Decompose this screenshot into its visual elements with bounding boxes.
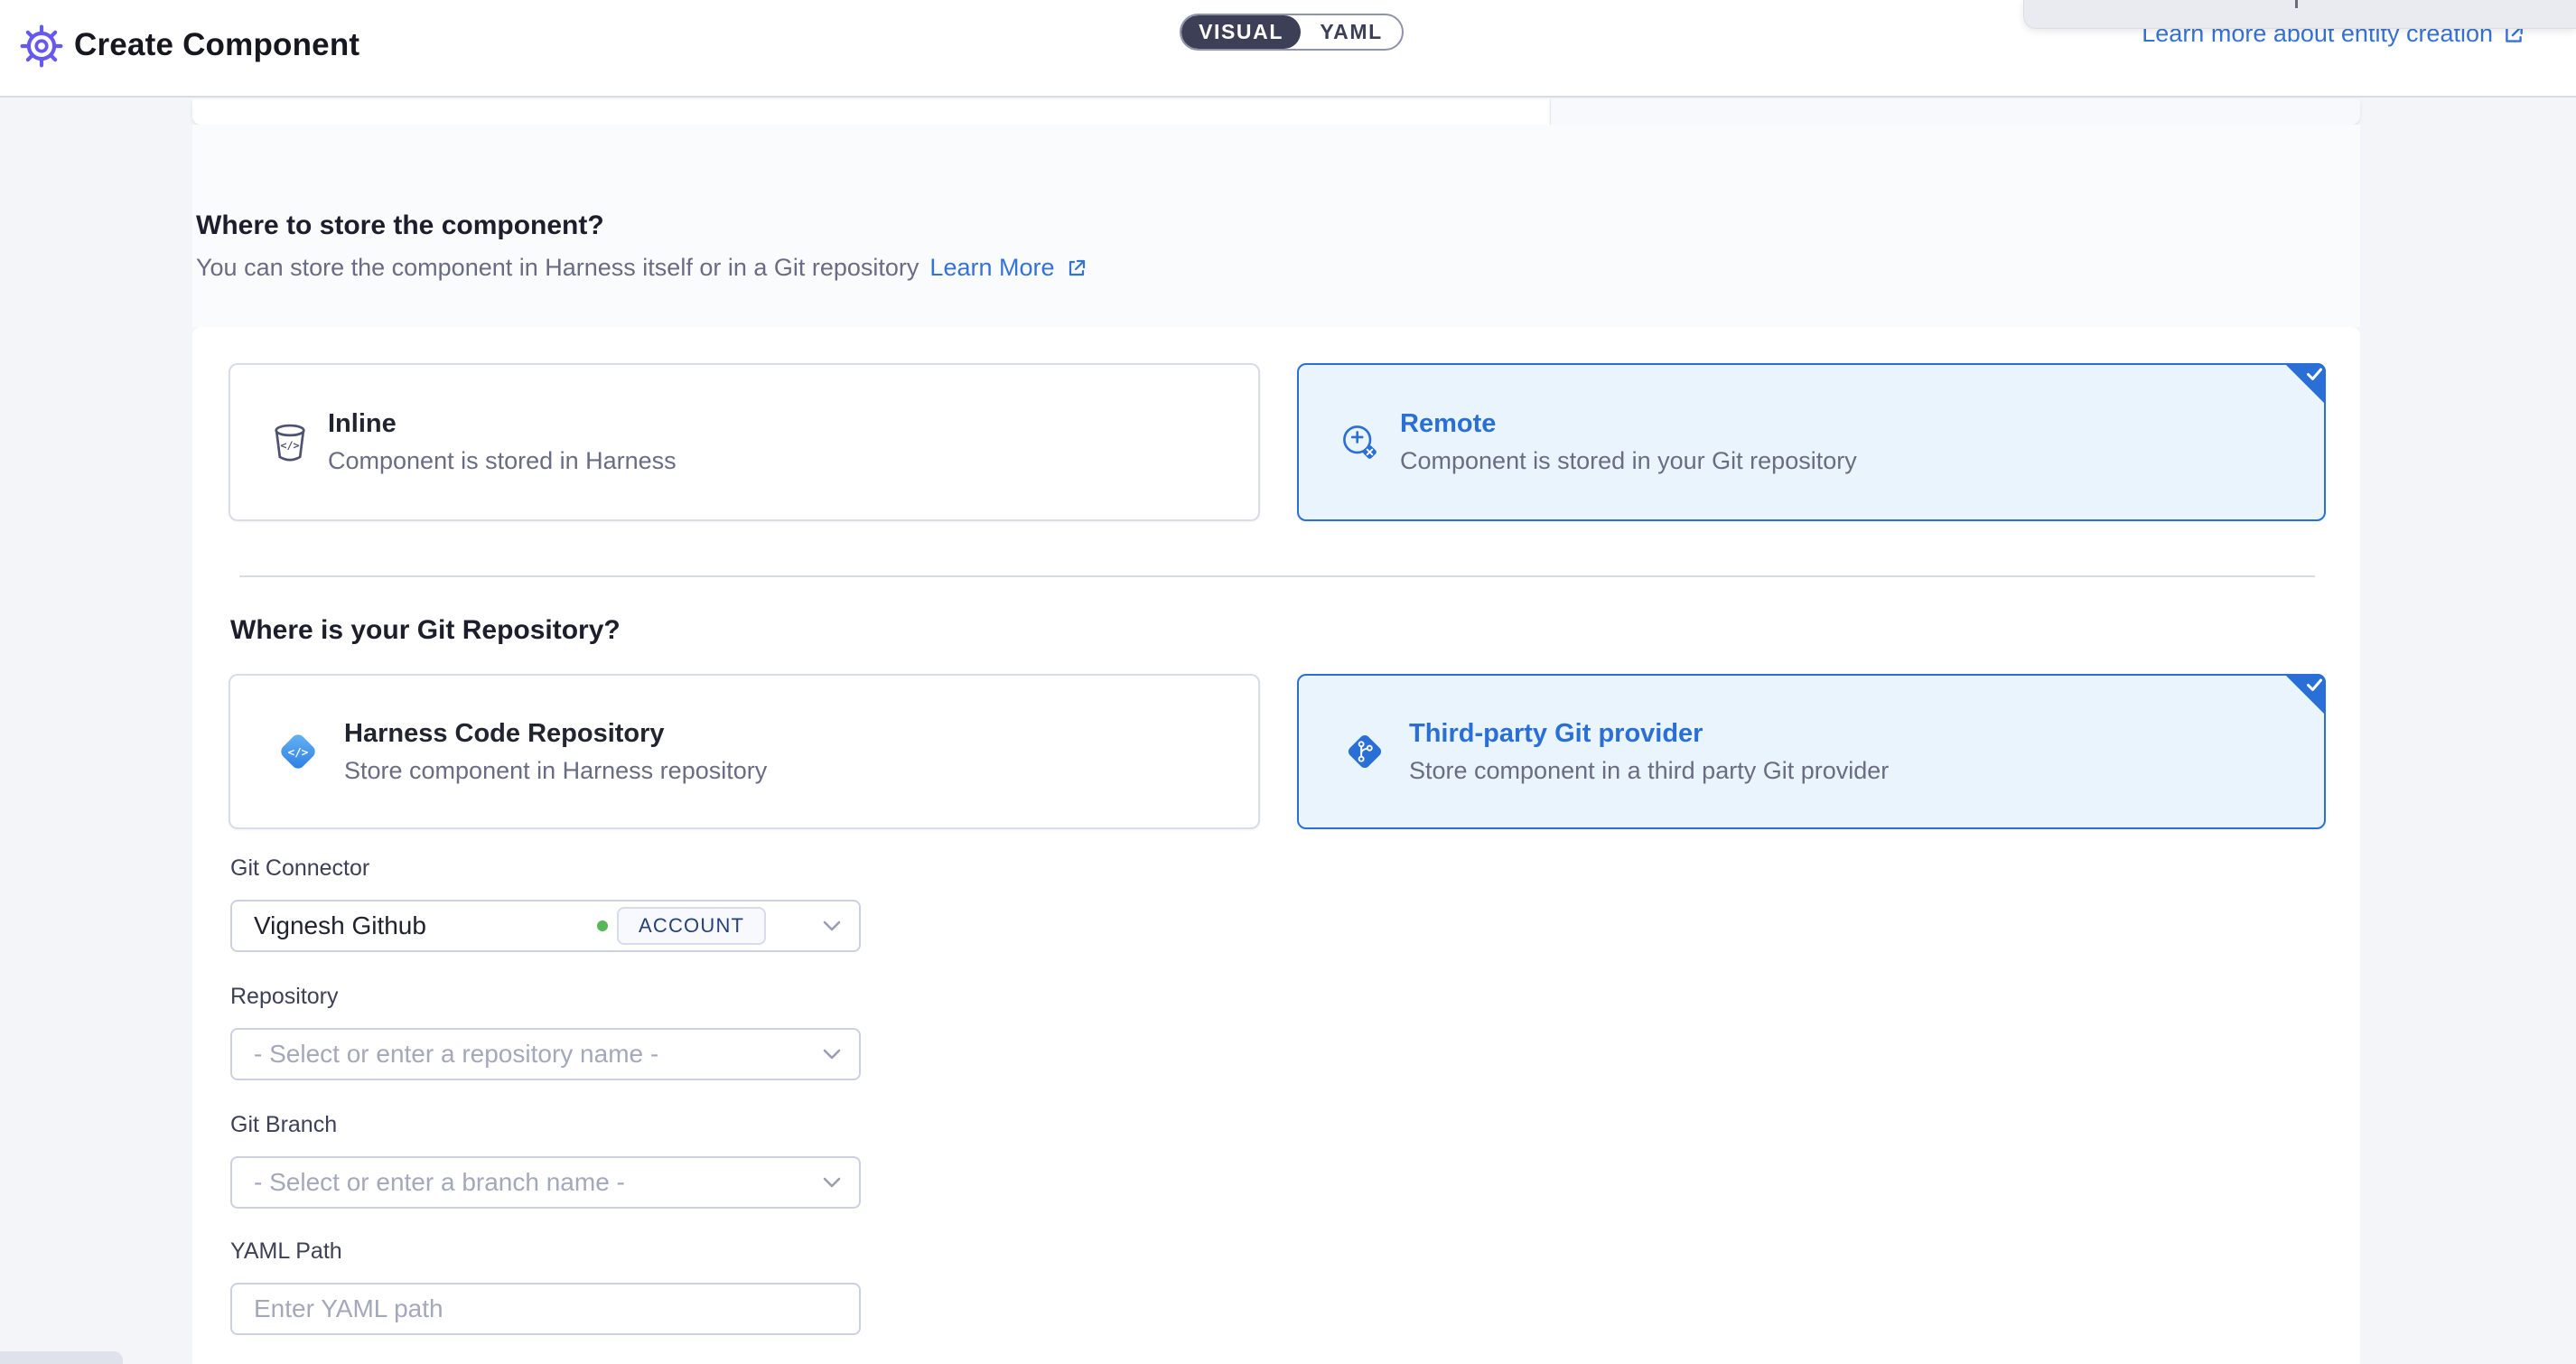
git-option-third-party[interactable]: Third-party Git provider Store component… <box>1297 674 2326 829</box>
git-option-harness-code[interactable]: </> Harness Code Repository Store compon… <box>229 674 1260 829</box>
previous-section-fragment-right <box>1550 99 2360 125</box>
git-branch-label: Git Branch <box>230 1112 337 1138</box>
git-branch-placeholder: - Select or enter a branch name - <box>254 1168 625 1197</box>
option-description: Component is stored in your Git reposito… <box>1400 447 1857 475</box>
selected-corner-badge <box>2284 674 2326 715</box>
storage-option-inline[interactable]: </> Inline Component is stored in Harnes… <box>229 363 1260 521</box>
store-subtitle-text: You can store the component in Harness i… <box>196 254 919 282</box>
git-section-heading: Where is your Git Repository? <box>230 615 621 646</box>
page-title: Create Component <box>74 27 359 63</box>
option-title: Third-party Git provider <box>1409 719 1889 749</box>
option-description: Store component in Harness repository <box>344 757 767 785</box>
yaml-path-input[interactable]: Enter YAML path <box>230 1283 861 1335</box>
git-branch-select[interactable]: - Select or enter a branch name - <box>230 1156 861 1209</box>
git-connector-label: Git Connector <box>230 855 369 882</box>
previous-section-fragment-left <box>192 99 1550 125</box>
toast-fragment <box>2023 0 2576 29</box>
connector-scope-badge: ACCOUNT <box>617 907 766 945</box>
option-description: Store component in a third party Git pro… <box>1409 757 1889 785</box>
chevron-down-icon <box>823 920 841 931</box>
selected-corner-badge <box>2284 363 2326 405</box>
tab-yaml[interactable]: YAML <box>1301 15 1402 49</box>
option-title: Remote <box>1400 409 1857 439</box>
store-section-subtitle: You can store the component in Harness i… <box>196 254 1087 282</box>
visual-yaml-toggle: VISUAL YAML <box>1180 14 1404 51</box>
storage-option-remote[interactable]: Remote Component is stored in your Git r… <box>1297 363 2326 521</box>
create-component-page: Create Component VISUAL YAML Learn more … <box>0 0 2576 1364</box>
repository-label: Repository <box>230 984 339 1010</box>
check-icon <box>2307 368 2322 381</box>
tab-visual[interactable]: VISUAL <box>1181 15 1301 49</box>
inline-archive-icon: </> <box>272 422 308 463</box>
remote-git-icon <box>1340 422 1380 463</box>
section-divider <box>239 575 2315 577</box>
git-connector-select[interactable]: Vignesh Github ACCOUNT <box>230 900 861 952</box>
learn-more-link[interactable]: Learn More <box>929 254 1054 282</box>
third-party-git-icon <box>1340 727 1389 776</box>
repository-placeholder: - Select or enter a repository name - <box>254 1040 658 1069</box>
svg-text:</>: </> <box>280 439 299 452</box>
chevron-down-icon <box>823 1177 841 1188</box>
option-description: Component is stored in Harness <box>328 447 677 475</box>
chevron-down-icon <box>823 1049 841 1060</box>
toast-fragment-tick <box>2295 0 2298 8</box>
option-title: Inline <box>328 409 677 439</box>
gear-icon <box>20 24 63 68</box>
option-title: Harness Code Repository <box>344 719 767 749</box>
git-connector-value: Vignesh Github <box>254 911 426 940</box>
bottom-left-fragment <box>0 1351 123 1364</box>
yaml-path-label: YAML Path <box>230 1238 342 1265</box>
repository-select[interactable]: - Select or enter a repository name - <box>230 1028 861 1080</box>
harness-code-repo-icon: </> <box>272 725 324 778</box>
connector-status-dot <box>597 920 608 931</box>
svg-text:</>: </> <box>288 745 309 759</box>
check-icon <box>2307 678 2322 692</box>
store-section-heading: Where to store the component? <box>196 210 604 241</box>
yaml-path-placeholder: Enter YAML path <box>254 1294 443 1323</box>
external-link-icon <box>1066 257 1087 279</box>
